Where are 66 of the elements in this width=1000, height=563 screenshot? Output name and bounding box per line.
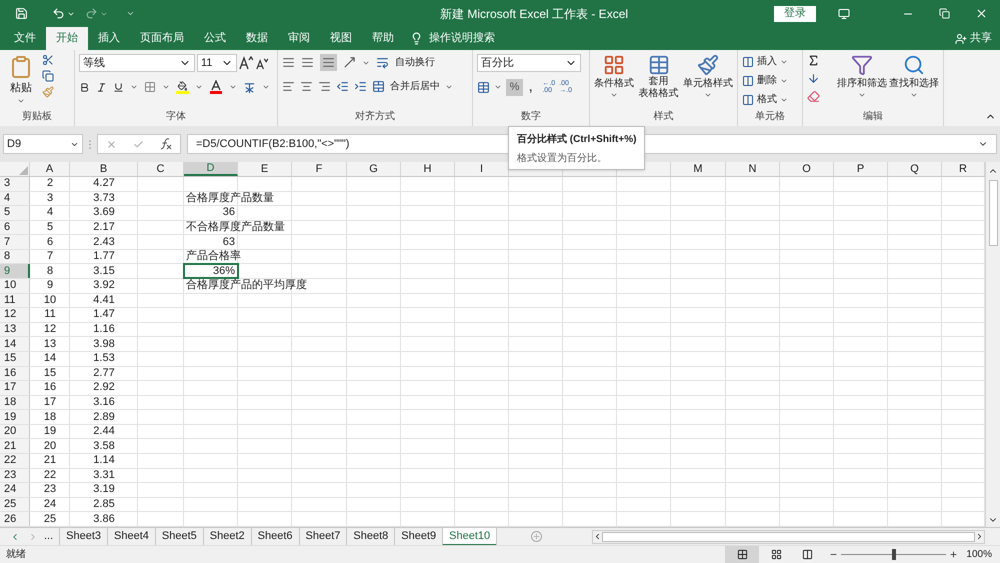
group-label: 字体 — [165, 112, 187, 122]
table-cell: 3.86 — [93, 514, 115, 525]
window-title: 新建 Microsoft Excel 工作表 - Excel — [440, 6, 628, 22]
table-cell: 3.58 — [93, 440, 115, 452]
table-cell: 16 — [44, 382, 56, 394]
group-label: 编辑 — [862, 112, 884, 122]
table-cell: 17 — [44, 396, 56, 408]
table-cell: 14 — [44, 353, 56, 364]
table-cell: 13 — [44, 338, 56, 350]
table-cell: 3.92 — [93, 280, 115, 292]
table-cell: 3 — [46, 192, 54, 204]
table-cell: 6 — [46, 236, 54, 248]
table-cell: 10 — [44, 294, 56, 306]
table-cell: 2.89 — [93, 412, 115, 423]
table-cell: 4.41 — [93, 294, 115, 306]
table-cell: 7 — [46, 251, 54, 262]
group-label: 数字 — [520, 112, 542, 122]
table-cell: 2.85 — [93, 499, 115, 510]
table-cell: 12 — [44, 324, 56, 336]
table-cell: 2.92 — [93, 382, 115, 394]
table-cell: 1.77 — [93, 251, 115, 262]
table-cell-text: 不合格厚度产品数量 — [185, 222, 285, 234]
table-cell: 3.31 — [93, 470, 115, 481]
table-cell: 3.98 — [93, 338, 115, 350]
table-cell: 23 — [44, 484, 56, 496]
group-label: 样式 — [652, 112, 674, 122]
table-cell-text: 合格厚度产品的平均厚度 — [185, 280, 307, 292]
status-text: 就绪 — [6, 548, 26, 562]
tooltip-title: 百分比样式 (Ctrl+Shift+%) — [517, 132, 636, 147]
table-cell: 2.17 — [93, 222, 115, 234]
table-cell: 1.47 — [93, 309, 115, 320]
table-cell: 21 — [44, 455, 56, 466]
table-cell: 1.53 — [93, 353, 115, 364]
table-cell-text: 36 — [222, 207, 236, 218]
table-cell-text: 36% — [212, 266, 236, 277]
group-label: 对齐方式 — [354, 112, 396, 122]
table-cell: 2.44 — [93, 426, 115, 438]
group-label: 剪贴板 — [21, 112, 53, 122]
table-cell: 3.69 — [93, 207, 115, 218]
table-cell: 19 — [44, 426, 56, 438]
table-cell: 3.73 — [93, 192, 115, 204]
table-cell: 8 — [46, 266, 54, 277]
table-cell: 1.14 — [93, 455, 115, 466]
table-cell: 15 — [44, 368, 56, 379]
table-cell: 2.77 — [93, 368, 115, 379]
table-cell: 22 — [44, 470, 56, 481]
table-cell: 3.19 — [93, 484, 115, 496]
table-cell: 1.16 — [93, 324, 115, 336]
table-cell-text: 合格厚度产品数量 — [185, 192, 274, 204]
table-cell: 11 — [44, 309, 56, 320]
table-cell: 18 — [44, 412, 56, 423]
table-cell-text: 产品合格率 — [185, 251, 241, 262]
table-cell: 4.27 — [93, 178, 115, 190]
group-label: 单元格 — [754, 112, 786, 122]
table-cell: 3.16 — [93, 396, 115, 408]
table-cell: 24 — [44, 499, 56, 510]
table-cell: 5 — [46, 222, 54, 234]
table-cell: 3.15 — [93, 266, 115, 277]
table-cell-text: 63 — [222, 236, 236, 248]
table-cell: 2.43 — [93, 236, 115, 248]
table-cell: 9 — [46, 280, 54, 292]
table-cell: 25 — [44, 514, 56, 525]
table-cell: 2 — [46, 178, 54, 190]
tooltip-text: 格式设置为百分比。 — [517, 152, 608, 166]
table-cell: 4 — [46, 207, 54, 218]
table-cell: 20 — [44, 440, 56, 452]
